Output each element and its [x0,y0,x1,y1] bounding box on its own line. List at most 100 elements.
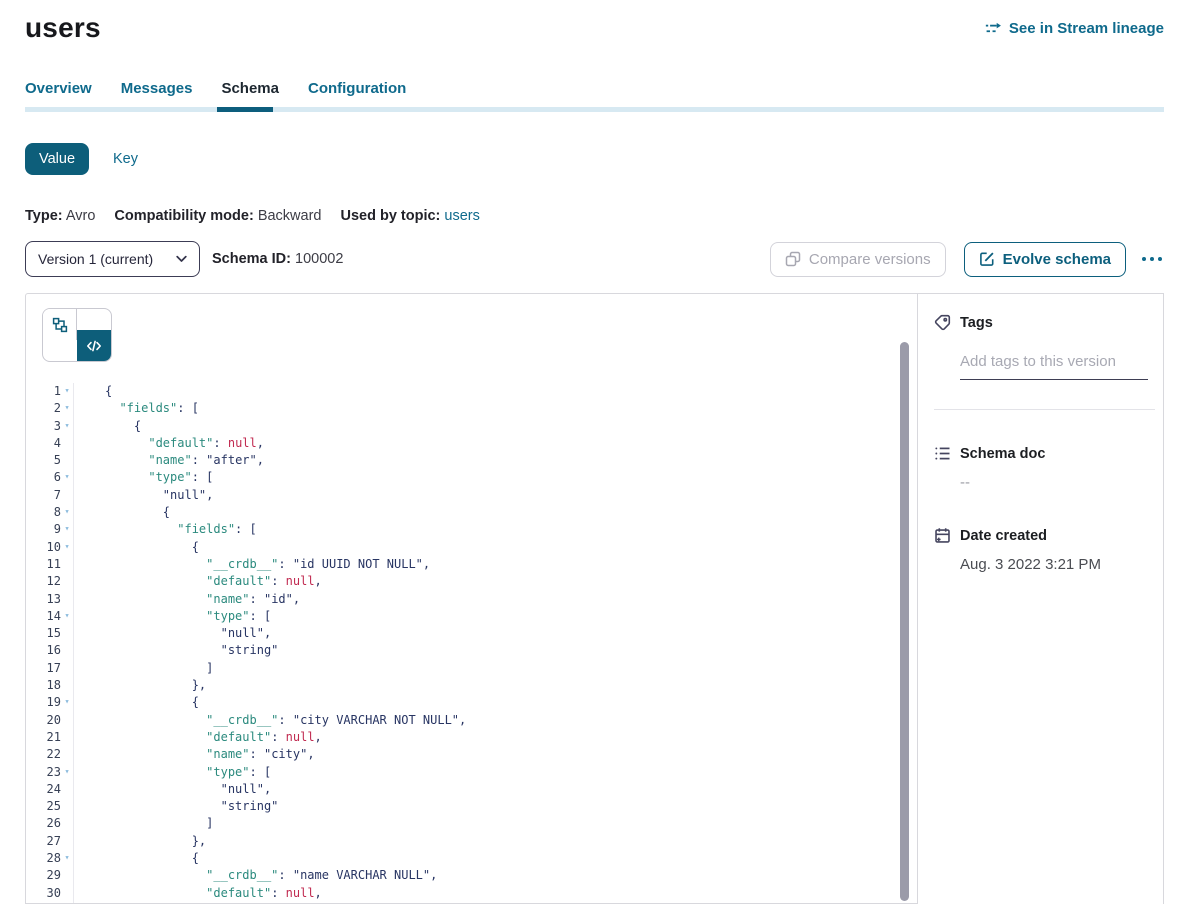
line-number: 20 [26,712,61,729]
compare-versions-label: Compare versions [809,251,931,268]
code-line: 15 "null", [26,625,917,642]
tab-messages[interactable]: Messages [121,80,193,98]
type-field: Type: Avro [25,208,95,224]
code-text: "fields": [ [74,400,199,417]
key-toggle-button[interactable]: Key [113,151,138,167]
fold-spacer [61,591,73,608]
code-text: "name": "id", [74,591,300,608]
line-number: 23 [26,764,61,781]
more-options-icon[interactable] [1140,251,1164,267]
code-line: 10▾ { [26,539,917,556]
fold-arrow-icon[interactable]: ▾ [61,418,73,435]
evolve-schema-button[interactable]: Evolve schema [964,242,1126,277]
version-toolbar: Version 1 (current) Schema ID: 100002 Co… [25,241,1164,277]
code-text: { [74,383,112,400]
evolve-schema-label: Evolve schema [1003,251,1111,268]
schema-meta-row: Type: Avro Compatibility mode: Backward … [25,208,1164,224]
fold-arrow-icon[interactable]: ▾ [61,764,73,781]
fold-spacer [61,902,73,904]
code-text: { [74,504,170,521]
code-text: "string" [74,798,278,815]
fold-arrow-icon[interactable]: ▾ [61,400,73,417]
line-number: 10 [26,539,61,556]
date-created-title: Date created [960,528,1047,544]
fold-arrow-icon[interactable]: ▾ [61,521,73,538]
code-text: "name": "city", [74,746,315,763]
fold-spacer [61,642,73,659]
tree-view-icon [52,317,68,333]
fold-arrow-icon[interactable]: ▾ [61,694,73,711]
tab-schema[interactable]: Schema [221,80,279,98]
code-line: 9▾ "fields": [ [26,521,917,538]
code-text: }, [74,833,206,850]
scrollbar-thumb[interactable] [900,342,909,901]
compatibility-label: Compatibility mode: [114,208,253,224]
code-line: 4 "default": null, [26,435,917,452]
fold-arrow-icon[interactable]: ▾ [61,504,73,521]
fold-spacer [61,729,73,746]
code-text: "null", [74,487,213,504]
code-line: 16 "string" [26,642,917,659]
line-number: 27 [26,833,61,850]
line-number: 26 [26,815,61,832]
code-line: 1▾{ [26,383,917,400]
schema-content: 1▾{2▾ "fields": [3▾ {4 "default": null,5… [25,293,1164,904]
fold-spacer [61,781,73,798]
version-select[interactable]: Version 1 (current) [25,241,200,277]
schema-doc-title: Schema doc [960,446,1045,462]
topic-link[interactable]: users [444,208,479,224]
code-line: 30 "default": null, [26,885,917,902]
fold-arrow-icon[interactable]: ▾ [61,383,73,400]
line-number: 7 [26,487,61,504]
fold-arrow-icon[interactable]: ▾ [61,539,73,556]
code-view-icon [86,338,102,354]
code-line: 20 "__crdb__": "city VARCHAR NOT NULL", [26,712,917,729]
chevron-down-icon [176,255,187,263]
fold-spacer [61,833,73,850]
line-number: 25 [26,798,61,815]
code-line: 19▾ { [26,694,917,711]
tags-input[interactable] [960,353,1148,380]
line-number: 28 [26,850,61,867]
version-select-value: Version 1 (current) [38,251,153,267]
line-number: 12 [26,573,61,590]
schema-doc-icon [934,445,951,462]
schema-actions: Compare versions Evolve schema [770,242,1164,277]
code-line: 29 "__crdb__": "name VARCHAR NULL", [26,867,917,884]
fold-spacer [61,867,73,884]
fold-spacer [61,625,73,642]
tab-overview[interactable]: Overview [25,80,92,98]
type-value: Avro [66,208,96,224]
fold-arrow-icon[interactable]: ▾ [61,608,73,625]
fold-arrow-icon[interactable]: ▾ [61,469,73,486]
compare-versions-icon [785,251,801,267]
tab-configuration[interactable]: Configuration [308,80,406,98]
line-number: 14 [26,608,61,625]
code-text: "string" [74,642,278,659]
line-number: 24 [26,781,61,798]
fold-spacer [61,435,73,452]
see-in-stream-lineage-link[interactable]: See in Stream lineage [985,20,1164,37]
code-text: "type": [ [74,608,271,625]
schema-id-value: 100002 [295,251,343,267]
line-number: 9 [26,521,61,538]
code-text: "default": null, [74,435,264,452]
line-number: 13 [26,591,61,608]
schema-id-label: Schema ID: [212,251,291,267]
evolve-schema-icon [979,251,995,267]
fold-arrow-icon[interactable]: ▾ [61,850,73,867]
code-text: "type": [ [74,469,213,486]
code-line: 6▾ "type": [ [26,469,917,486]
value-toggle-button[interactable]: Value [25,143,89,175]
lineage-link-label: See in Stream lineage [1009,20,1164,37]
fold-spacer [61,487,73,504]
line-number: 1 [26,383,61,400]
code-view-button[interactable] [77,330,111,361]
page-title: users [25,12,101,44]
tag-icon [934,314,951,331]
view-mode-toggle [42,308,112,362]
fold-spacer [61,660,73,677]
compare-versions-button[interactable]: Compare versions [770,242,946,277]
tree-view-button[interactable] [43,309,77,340]
code-line: 23▾ "type": [ [26,764,917,781]
